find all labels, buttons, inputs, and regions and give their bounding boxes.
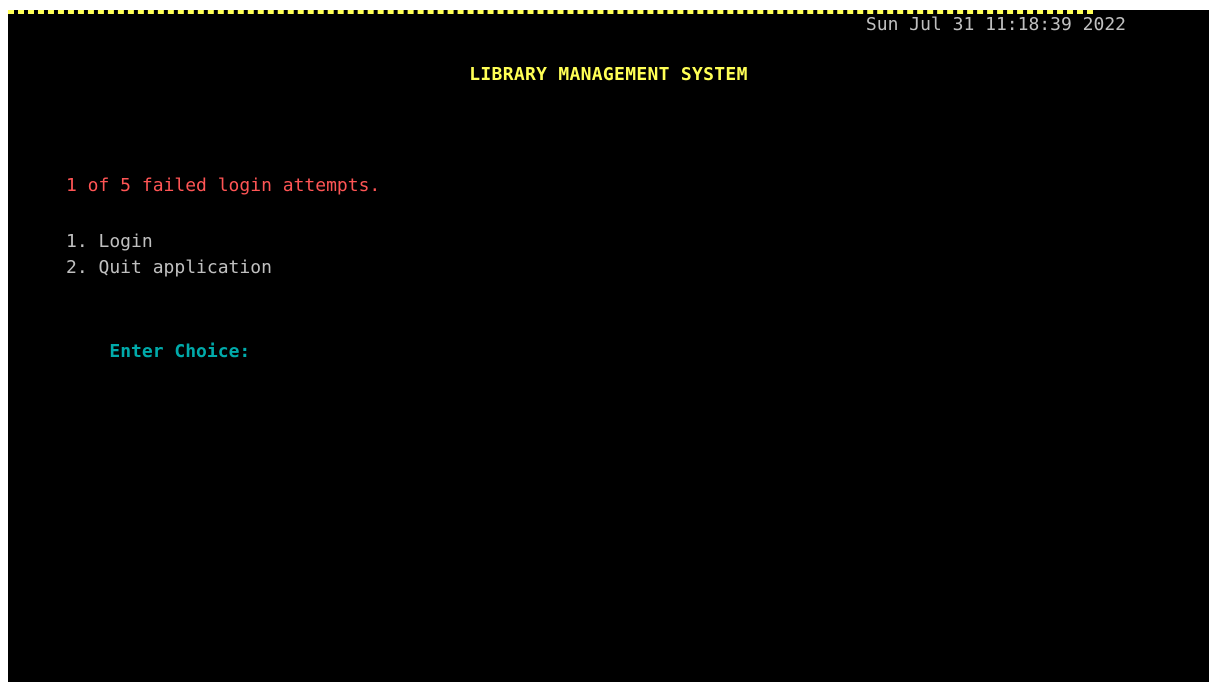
login-error-message: 1 of 5 failed login attempts.: [66, 175, 381, 196]
menu-option-quit: 2. Quit application: [66, 257, 272, 278]
datetime-display: Sun Jul 31 11:18:39 2022: [865, 14, 1126, 35]
terminal-window[interactable]: Sun Jul 31 11:18:39 2022 LIBRARY MANAGEM…: [8, 10, 1209, 682]
choice-prompt-label: Enter Choice:: [109, 341, 251, 362]
choice-prompt[interactable]: Enter Choice:: [66, 313, 250, 391]
app-title: LIBRARY MANAGEMENT SYSTEM: [469, 64, 748, 85]
menu-option-login: 1. Login: [66, 231, 153, 252]
